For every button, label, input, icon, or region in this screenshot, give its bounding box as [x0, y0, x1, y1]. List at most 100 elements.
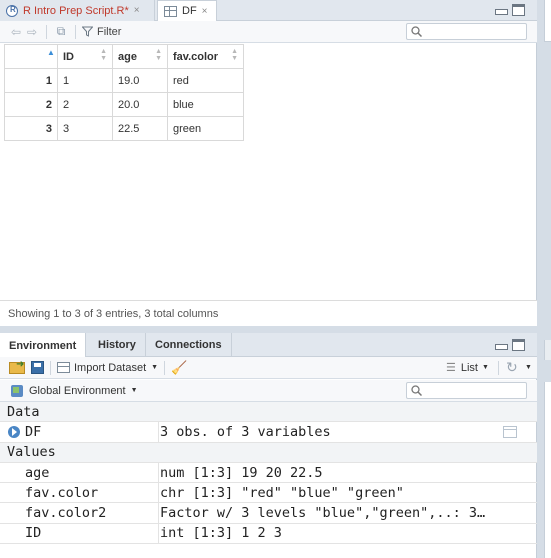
cell-color: green [167, 116, 244, 141]
sort-icon: ▲ ▼ [231, 48, 238, 62]
environment-scope-bar: Global Environment ▼ [0, 380, 537, 402]
tab-environment[interactable]: Environment [0, 333, 87, 358]
value-text: chr [1:3] "red" "blue" "green" [160, 484, 404, 501]
tab-script-label: R Intro Prep Script.R* [23, 4, 129, 17]
data-viewer-pane: R R Intro Prep Script.R* × DF × ⇦ ⇨ ⧉ Fi… [0, 0, 537, 326]
section-label: Values [7, 444, 56, 461]
close-icon[interactable]: × [134, 5, 140, 16]
cell-color: red [167, 68, 244, 93]
variable-name: age [25, 464, 50, 481]
cell-id: 1 [57, 68, 113, 93]
dropdown-caret-icon: ▼ [151, 364, 159, 371]
column-header-age[interactable]: age ▲ ▼ [112, 44, 168, 69]
row-number: 1 [4, 68, 58, 93]
dropdown-caret-icon[interactable]: ▼ [525, 364, 532, 371]
cell-age: 20.0 [112, 92, 168, 117]
maximize-icon[interactable] [512, 339, 525, 351]
variable-value: int [1:3] 1 2 3 [158, 523, 518, 544]
search-icon [411, 385, 422, 396]
list-item[interactable]: DF 3 obs. of 3 variables [0, 422, 537, 443]
table-row: 1 1 19.0 red [4, 68, 244, 93]
column-label: ID [63, 50, 74, 63]
import-dataset-label: Import Dataset [74, 361, 147, 374]
value-text: num [1:3] 19 20 22.5 [160, 464, 323, 481]
viewer-toolbar: ⇦ ⇨ ⧉ Filter [0, 21, 537, 43]
column-label: fav.color [173, 50, 219, 63]
toolbar-divider [46, 24, 47, 39]
tab-script[interactable]: R R Intro Prep Script.R* × [0, 0, 155, 21]
tab-df[interactable]: DF × [157, 0, 217, 22]
forward-arrow-icon[interactable]: ⇨ [24, 24, 40, 40]
cell-id: 3 [57, 116, 113, 141]
rownum-header[interactable]: ▲ [4, 44, 58, 69]
column-header-fav-color[interactable]: fav.color ▲ ▼ [167, 44, 244, 69]
r-environment-icon [11, 384, 23, 397]
row-number: 2 [4, 92, 58, 117]
list-item[interactable]: ID int [1:3] 1 2 3 [0, 523, 537, 545]
popout-icon[interactable]: ⧉ [53, 24, 69, 40]
section-header-values: Values [0, 442, 537, 463]
scope-label: Global Environment [29, 384, 126, 397]
view-data-icon[interactable] [503, 426, 517, 439]
environment-table: Data DF 3 obs. of 3 variables Values age… [0, 402, 537, 545]
list-label: List [460, 361, 478, 374]
cell-color: blue [167, 92, 244, 117]
list-item[interactable]: fav.color2 Factor w/ 3 levels "blue","gr… [0, 503, 537, 524]
toolbar-divider [75, 24, 76, 39]
variable-value: Factor w/ 3 levels "blue","green",..: 3… [158, 503, 518, 523]
collapsed-pane-tab[interactable] [544, 0, 551, 42]
section-header-data: Data [0, 402, 537, 423]
dropdown-caret-icon: ▼ [130, 387, 138, 394]
save-icon[interactable] [31, 361, 44, 374]
tab-history[interactable]: History [89, 333, 146, 357]
list-item[interactable]: age num [1:3] 19 20 22.5 [0, 462, 537, 484]
import-dataset-button[interactable]: Import Dataset ▼ [57, 362, 158, 374]
search-icon [411, 26, 422, 37]
funnel-icon [82, 26, 93, 37]
variable-value: num [1:3] 19 20 22.5 [158, 462, 518, 483]
column-header-id[interactable]: ID ▲ ▼ [57, 44, 113, 69]
tab-df-label: DF [182, 5, 197, 17]
load-workspace-icon[interactable]: ➜ [9, 359, 25, 374]
minimize-icon[interactable] [494, 339, 508, 351]
column-label: age [118, 50, 137, 63]
right-pane-edge [538, 0, 551, 558]
maximize-icon[interactable] [512, 4, 525, 16]
value-text: int [1:3] 1 2 3 [160, 525, 282, 542]
variable-value: chr [1:3] "red" "blue" "green" [158, 483, 518, 503]
search-input[interactable] [407, 24, 526, 39]
close-icon[interactable]: × [202, 6, 208, 17]
value-text: 3 obs. of 3 variables [160, 423, 331, 440]
viewer-search-box[interactable] [406, 23, 527, 40]
tab-connections[interactable]: Connections [146, 333, 232, 357]
broom-icon[interactable]: 🧹 [171, 360, 187, 376]
minimize-icon[interactable] [494, 4, 508, 16]
environment-search-box[interactable] [406, 382, 527, 399]
toolbar-divider [164, 360, 166, 375]
search-input[interactable] [407, 383, 526, 398]
scope-selector[interactable]: Global Environment ▼ [11, 384, 138, 397]
collapsed-pane-tab[interactable] [544, 340, 551, 360]
toolbar-divider [498, 360, 499, 375]
sort-icon: ▲ ▼ [155, 48, 162, 62]
environment-tabbar: Environment History Connections [0, 333, 537, 358]
r-script-icon: R [6, 4, 18, 17]
back-arrow-icon[interactable]: ⇦ [8, 24, 24, 40]
view-mode-dropdown[interactable]: ☰ List ▼ [446, 361, 489, 375]
data-grid: ▲ ID ▲ ▼ age ▲ ▼ fav.color ▲ ▼ 1 1 19.0 red 2 … [4, 44, 244, 141]
filter-button[interactable]: Filter [82, 26, 121, 38]
environment-toolbar: ➜ Import Dataset ▼ 🧹 ☰ List ▼ ↻ ▼ [0, 357, 537, 379]
list-item[interactable]: fav.color chr [1:3] "red" "blue" "green" [0, 483, 537, 504]
toolbar-divider [50, 360, 51, 375]
refresh-icon[interactable]: ↻ [506, 359, 518, 376]
table-row: 2 2 20.0 blue [4, 92, 244, 117]
sort-asc-icon: ▲ [47, 48, 55, 57]
cell-id: 2 [57, 92, 113, 117]
variable-name: DF [25, 423, 42, 440]
collapsed-pane-tab[interactable] [544, 382, 551, 558]
value-text: Factor w/ 3 levels "blue","green",..: 3… [160, 505, 486, 522]
row-number: 3 [4, 116, 58, 141]
variable-name: fav.color2 [25, 505, 107, 522]
cell-age: 22.5 [112, 116, 168, 141]
header-row: ▲ ID ▲ ▼ age ▲ ▼ fav.color ▲ ▼ [4, 44, 244, 69]
